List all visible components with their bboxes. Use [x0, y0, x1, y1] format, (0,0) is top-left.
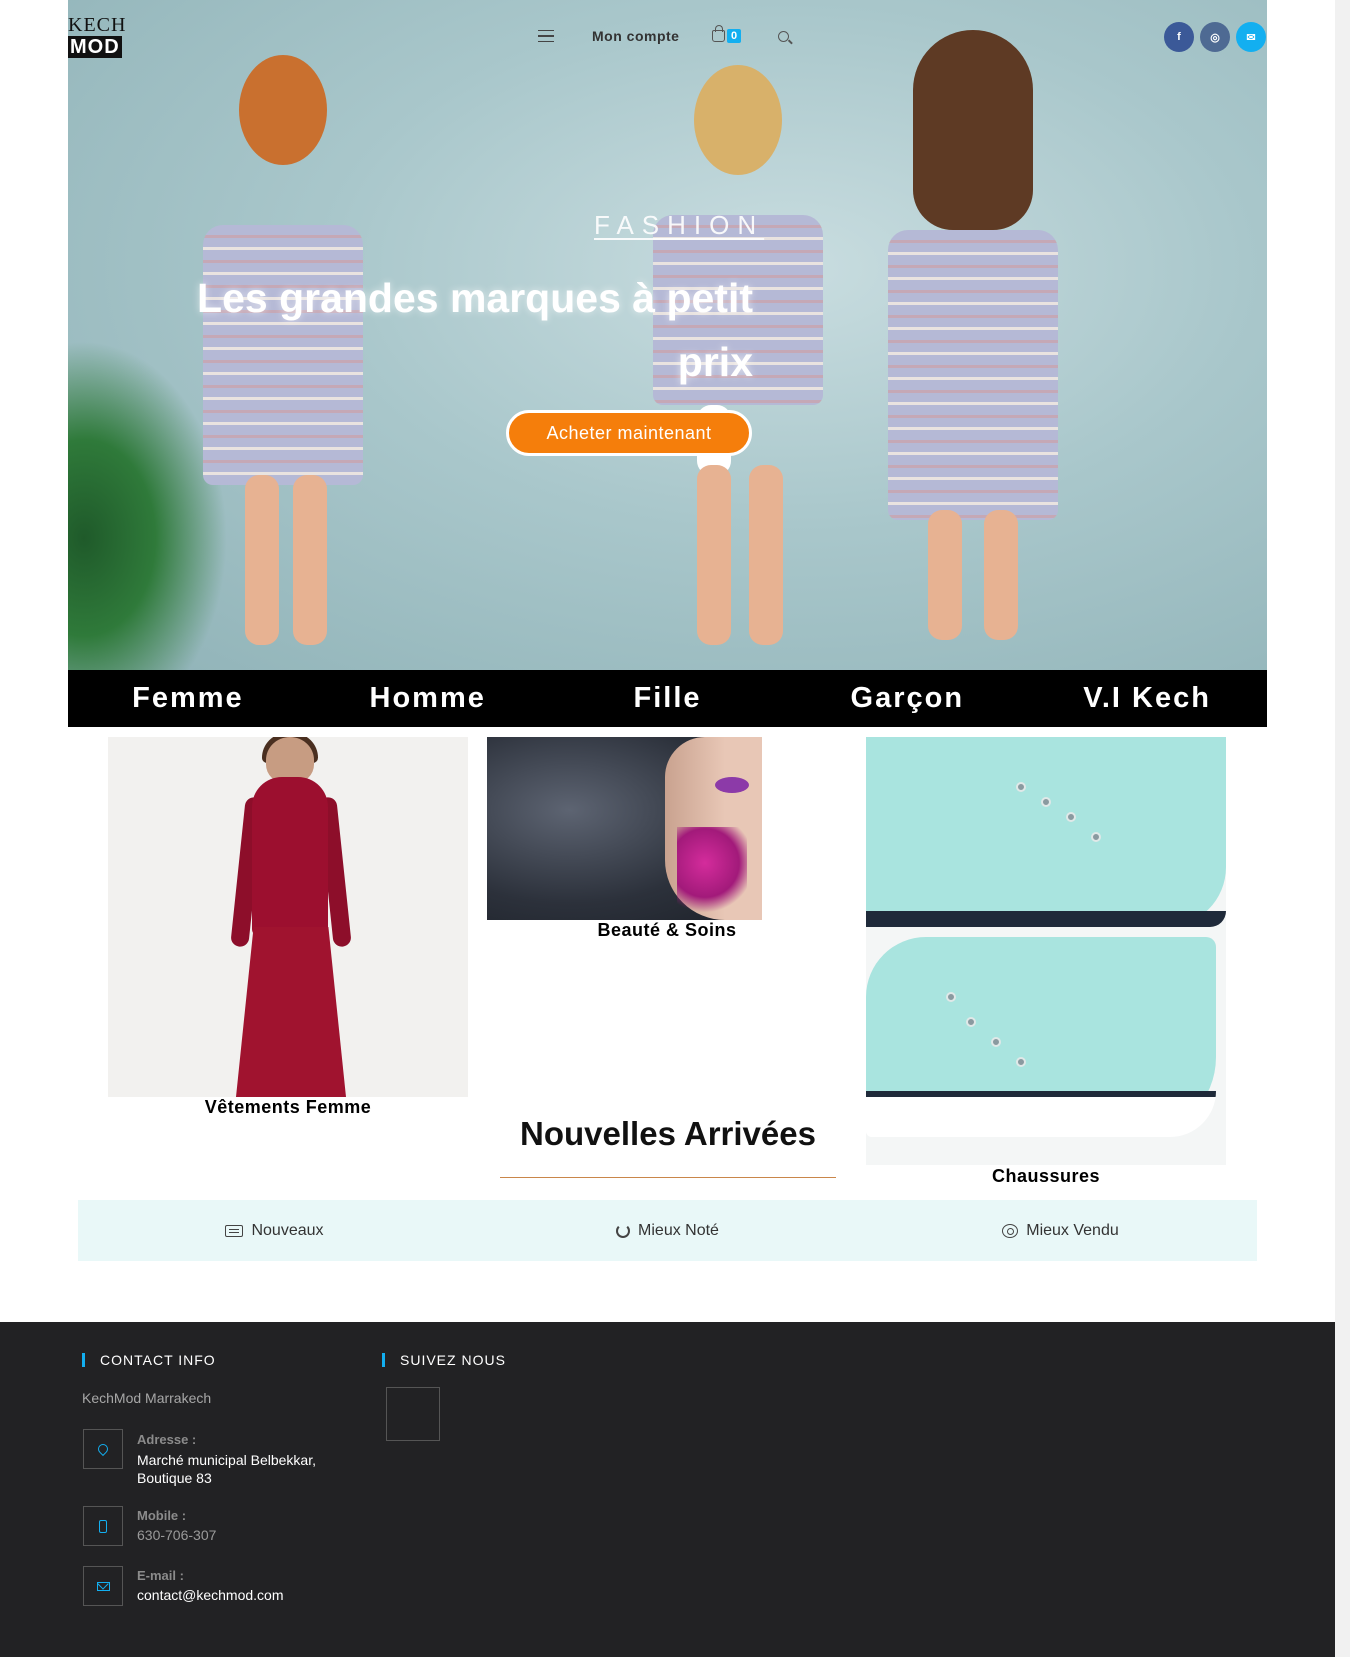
instagram-icon[interactable]: ◎ — [1200, 22, 1230, 52]
model-head — [239, 55, 327, 165]
hero-eyebrow: FASHION — [594, 210, 765, 240]
product-tabs: Nouveaux Mieux Noté Mieux Vendu — [78, 1200, 1257, 1261]
womens-clothing-label[interactable]: Vêtements Femme — [108, 1097, 468, 1118]
site-logo[interactable]: KECH MOD — [68, 14, 128, 60]
hero-headline: Les grandes marques à petit prix — [197, 275, 753, 385]
tab-nouveaux[interactable]: Nouveaux — [78, 1200, 471, 1261]
shoes-image[interactable] — [866, 737, 1226, 1165]
scrollbar-track[interactable] — [1335, 0, 1350, 1657]
model-leg — [293, 475, 327, 645]
eyelet — [946, 992, 956, 1002]
logo-line-1: KECH — [68, 14, 127, 36]
model-leg — [697, 465, 731, 645]
my-account-link[interactable]: Mon compte — [592, 24, 679, 48]
social-widget-placeholder[interactable] — [386, 1387, 440, 1441]
email-label: E-mail : — [137, 1568, 184, 1583]
hamburger-menu-icon[interactable] — [537, 24, 555, 48]
email-icon-box — [83, 1566, 123, 1606]
tab-mieux-note[interactable]: Mieux Noté — [471, 1200, 864, 1261]
eyelet — [1016, 1057, 1026, 1067]
model-leg — [245, 475, 279, 645]
search-button[interactable] — [778, 24, 789, 48]
beauty-care-label[interactable]: Beauté & Soins — [487, 920, 847, 941]
shopping-bag-icon — [712, 25, 725, 42]
orchid-flower — [677, 827, 747, 917]
eyelet — [966, 1017, 976, 1027]
email-icon[interactable]: ✉ — [1236, 22, 1266, 52]
circle-notch-icon — [616, 1223, 631, 1238]
shoes-label[interactable]: Chaussures — [866, 1166, 1226, 1187]
beauty-care-image[interactable] — [487, 737, 762, 920]
red-dress-illustration — [230, 737, 352, 1097]
address-label: Adresse : — [137, 1432, 197, 1447]
eyelet — [1091, 832, 1101, 842]
category-homme[interactable]: Homme — [308, 670, 548, 727]
mobile-value[interactable]: 630-706-307 — [137, 1526, 337, 1544]
search-icon — [778, 30, 789, 42]
mobile-phone-icon — [99, 1519, 107, 1533]
eyelet — [991, 1037, 1001, 1047]
model-head — [913, 30, 1033, 230]
sneaker-bottom — [866, 937, 1216, 1137]
phone-icon-box — [83, 1506, 123, 1546]
model-head — [694, 65, 782, 175]
money-icon — [1002, 1223, 1019, 1238]
model-leg — [984, 510, 1018, 640]
shop-now-button[interactable]: Acheter maintenant — [506, 410, 752, 456]
womens-clothing-image[interactable] — [108, 737, 468, 1097]
hero-model-3 — [888, 30, 1058, 640]
title-divider — [500, 1177, 836, 1178]
logo-line-2: MOD — [68, 36, 122, 58]
page: FASHION Les grandes marques à petit prix… — [0, 0, 1350, 1657]
category-fille[interactable]: Fille — [548, 670, 788, 727]
footer: CONTACT INFO SUIVEZ NOUS KechMod Marrake… — [0, 1322, 1335, 1657]
category-bar: Femme Homme Fille Garçon V.I Kech — [68, 670, 1267, 727]
envelope-icon — [96, 1581, 110, 1591]
sneaker-top — [866, 737, 1226, 927]
hero-banner: FASHION Les grandes marques à petit prix… — [68, 0, 1267, 670]
facebook-icon[interactable]: f — [1164, 22, 1194, 52]
category-garcon[interactable]: Garçon — [787, 670, 1027, 727]
cart-count-badge: 0 — [727, 29, 742, 43]
model-outfit — [888, 230, 1058, 520]
tab-label: Mieux Noté — [638, 1221, 719, 1239]
eyelet — [1066, 812, 1076, 822]
tab-mieux-vendu[interactable]: Mieux Vendu — [864, 1200, 1257, 1261]
contact-info-heading: CONTACT INFO — [82, 1352, 216, 1368]
eyeshadow-detail — [715, 777, 749, 793]
eyelet — [1016, 782, 1026, 792]
tab-label: Nouveaux — [251, 1221, 324, 1239]
company-name: KechMod Marrakech — [82, 1390, 212, 1406]
new-arrivals-title: Nouvelles Arrivées — [520, 1115, 816, 1152]
model-leg — [928, 510, 962, 640]
address-value: Marché municipal Belbekkar, Boutique 83 — [137, 1452, 316, 1486]
cart-button[interactable]: 0 — [712, 24, 742, 48]
tab-label: Mieux Vendu — [1026, 1221, 1119, 1239]
category-femme[interactable]: Femme — [68, 670, 308, 727]
eyelet — [1041, 797, 1051, 807]
location-icon-box — [83, 1429, 123, 1469]
follow-us-heading: SUIVEZ NOUS — [382, 1352, 506, 1368]
newspaper-icon — [225, 1224, 244, 1237]
email-value[interactable]: contact@kechmod.com — [137, 1586, 337, 1604]
category-vi-kech[interactable]: V.I Kech — [1027, 670, 1267, 727]
model-leg — [749, 465, 783, 645]
map-pin-icon — [95, 1441, 111, 1457]
mobile-label: Mobile : — [137, 1508, 187, 1523]
